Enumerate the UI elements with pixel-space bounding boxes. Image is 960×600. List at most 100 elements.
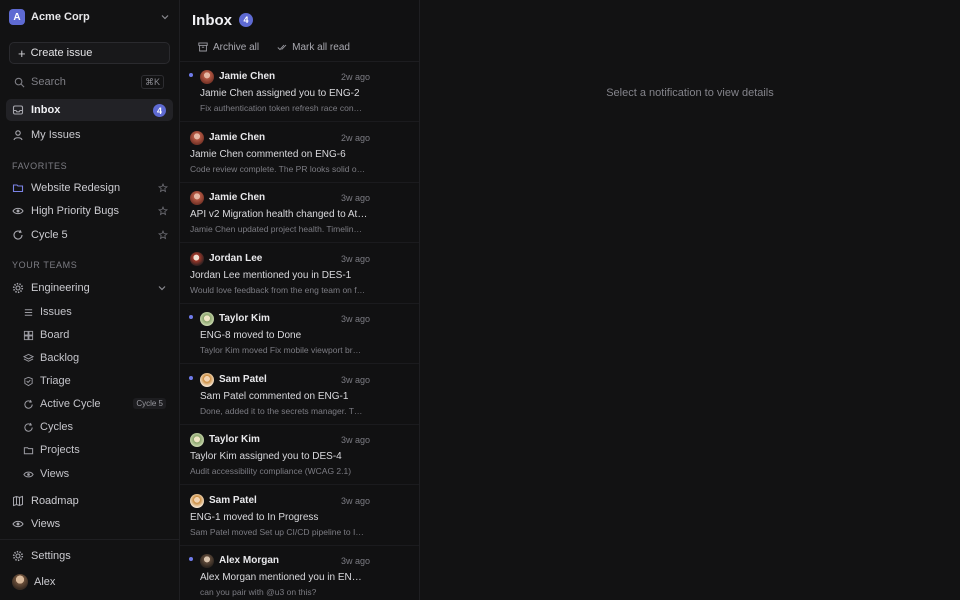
avatar [200, 554, 214, 568]
favorite-high-priority-bugs[interactable]: High Priority Bugs [6, 200, 173, 222]
notification-time: 3w ago [340, 193, 370, 203]
notification-title: ENG-8 moved to Done [200, 330, 302, 341]
star-icon[interactable] [158, 206, 168, 216]
team-item-backlog[interactable]: Backlog [17, 348, 169, 368]
notification-time: 3w ago [340, 375, 370, 385]
notification-item[interactable]: Jamie Chen 2w ago Jamie Chen commented o… [180, 123, 419, 183]
favorite-cycle-5[interactable]: Cycle 5 [6, 224, 173, 246]
sidebar-item-inbox[interactable]: Inbox 4 [6, 99, 173, 121]
search-icon [14, 77, 25, 87]
notification-time: 2w ago [340, 72, 370, 82]
inbox-list: Inbox 4 Archive all Mark all read Jamie … [180, 0, 420, 600]
star-icon[interactable] [158, 183, 168, 193]
triage-icon [24, 376, 33, 386]
notification-item[interactable]: Sam Patel 3w ago ENG-1 moved to In Progr… [180, 486, 419, 546]
chevron-down-icon [158, 286, 166, 291]
notification-actor: Jamie Chen [209, 192, 266, 203]
unread-dot [189, 73, 193, 77]
teams-heading: YOUR TEAMS [12, 260, 78, 270]
inbox-icon [12, 105, 24, 115]
notification-item[interactable]: Taylor Kim 3w ago Taylor Kim assigned yo… [180, 425, 419, 485]
notification-time: 2w ago [340, 133, 370, 143]
notification-time: 3w ago [340, 314, 370, 324]
list-icon [24, 308, 33, 316]
search-button[interactable]: Search ⌘K [9, 72, 165, 92]
star-icon[interactable] [158, 230, 168, 240]
notification-body: can you pair with @u3 on this? [200, 587, 317, 597]
team-item-label: Views [40, 468, 70, 480]
gear-icon [12, 550, 24, 562]
unread-dot [189, 376, 193, 380]
notification-title: API v2 Migration health changed to At Ri… [190, 209, 368, 220]
sidebar-item-roadmap[interactable]: Roadmap [6, 490, 173, 512]
team-item-cycles[interactable]: Cycles [17, 417, 169, 437]
notification-actor: Jamie Chen [209, 132, 266, 143]
favorite-website-redesign[interactable]: Website Redesign [6, 177, 173, 199]
notification-actor: Jamie Chen [219, 71, 276, 82]
avatar [190, 252, 204, 266]
team-item-projects[interactable]: Projects [17, 440, 169, 460]
inbox-toolbar: Archive all Mark all read [194, 38, 354, 56]
folder-icon [23, 446, 34, 454]
sidebar-item-views[interactable]: Views [6, 513, 173, 535]
user-menu[interactable]: Alex [6, 571, 173, 593]
team-item-triage[interactable]: Triage [17, 371, 169, 391]
double-check-icon [277, 44, 287, 51]
notification-item[interactable]: Jamie Chen 2w ago Jamie Chen assigned yo… [180, 62, 419, 122]
avatar [190, 433, 204, 447]
team-engineering[interactable]: Engineering [6, 277, 173, 299]
notification-item[interactable]: Alex Morgan 3w ago Alex Morgan mentioned… [180, 546, 419, 600]
sidebar-item-settings[interactable]: Settings [6, 545, 173, 567]
mark-all-read-button[interactable]: Mark all read [273, 38, 354, 56]
team-item-board[interactable]: Board [17, 325, 169, 345]
team-item-views[interactable]: Views [17, 464, 169, 484]
map-icon [13, 495, 23, 507]
cycle-icon [24, 422, 33, 432]
team-item-label: Triage [40, 375, 71, 387]
user-icon [13, 130, 23, 141]
notification-item[interactable]: Taylor Kim 3w ago ENG-8 moved to Done Ta… [180, 304, 419, 364]
notification-actor: Taylor Kim [209, 434, 260, 445]
team-item-label: Issues [40, 306, 72, 318]
inbox-count-badge: 4 [239, 13, 253, 27]
folder-icon [12, 184, 24, 193]
avatar [200, 70, 214, 84]
create-issue-button[interactable]: + Create issue [9, 42, 170, 64]
sidebar-item-label: Views [31, 518, 61, 530]
sidebar-item-label: Settings [31, 550, 71, 562]
sidebar-item-label: Roadmap [31, 495, 79, 507]
archive-all-button[interactable]: Archive all [194, 38, 263, 56]
sidebar-item-label: Website Redesign [31, 182, 121, 194]
eye-icon [12, 207, 24, 215]
archive-icon [198, 42, 208, 52]
avatar [200, 312, 214, 326]
favorites-heading: FAVORITES [12, 161, 68, 171]
notification-item[interactable]: Sam Patel 3w ago Sam Patel commented on … [180, 365, 419, 425]
sidebar: A Acme Corp + Create issue Search ⌘K Inb… [0, 0, 180, 600]
notification-item[interactable]: Jordan Lee 3w ago Jordan Lee mentioned y… [180, 244, 419, 304]
notification-time: 3w ago [340, 496, 370, 506]
unread-dot [189, 557, 193, 561]
eye-icon [12, 520, 24, 528]
archive-all-label: Archive all [213, 41, 260, 53]
mark-all-read-label: Mark all read [292, 41, 350, 53]
notification-title: Jamie Chen assigned you to ENG-2 [200, 88, 360, 99]
workspace-switcher[interactable]: A Acme Corp [0, 0, 179, 34]
notification-actor: Jordan Lee [209, 253, 263, 264]
notification-title: Sam Patel commented on ENG-1 [200, 391, 349, 402]
search-shortcut: ⌘K [140, 75, 164, 89]
cycle-icon [24, 399, 33, 409]
sidebar-item-my-issues[interactable]: My Issues [6, 124, 173, 146]
notification-title: Taylor Kim assigned you to DES-4 [190, 451, 342, 462]
empty-state-text: Select a notification to view details [606, 87, 774, 99]
notification-title: Alex Morgan mentioned you in ENG-5 [200, 572, 368, 583]
search-label: Search [31, 76, 66, 88]
notification-body: Jamie Chen updated project health. Timel… [190, 224, 362, 234]
team-item-issues[interactable]: Issues [17, 302, 169, 322]
notification-item[interactable]: Jamie Chen 3w ago API v2 Migration healt… [180, 183, 419, 243]
sidebar-item-label: High Priority Bugs [31, 205, 120, 217]
team-item-active-cycle[interactable]: Active Cycle Cycle 5 [17, 394, 169, 414]
inbox-count-badge: 4 [153, 104, 166, 117]
notification-time: 3w ago [340, 254, 370, 264]
notification-actor: Sam Patel [209, 495, 257, 506]
